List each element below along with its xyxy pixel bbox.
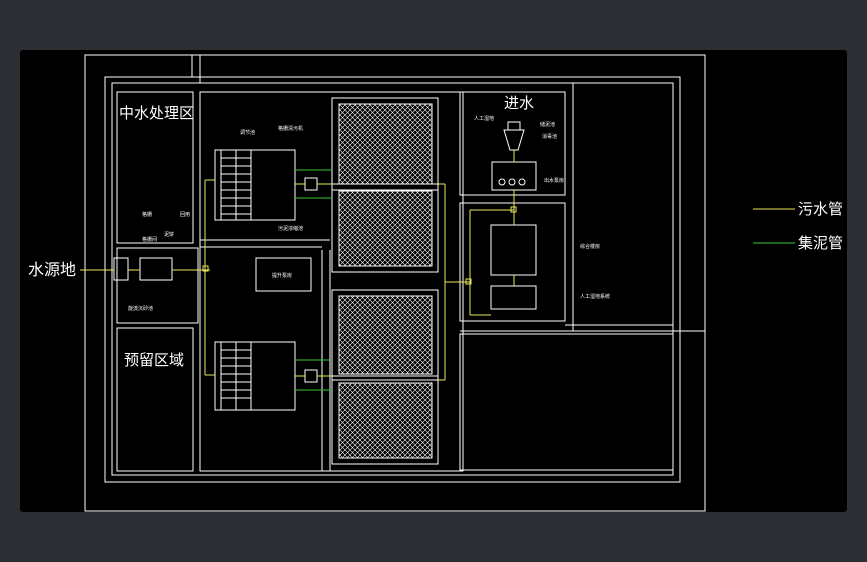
annotation-3: 格栅 [142,211,152,218]
annotation-13: 人工湿地系统 [580,293,610,300]
treatment-tank-lower [214,341,296,411]
tank-grid-lines-lower [221,342,251,410]
annotation-6: 旋流沉砂池 [128,305,153,312]
annotation-4: 格栅间 [142,236,157,243]
annotation-10: 消毒池 [542,133,557,140]
inflow-zone-label: 进水 [504,94,534,112]
reserved-zone [116,327,194,472]
sludge-pipe-network [295,169,332,391]
annotation-12: 综合楼房 [580,243,600,250]
aerator-2 [508,178,516,186]
legend-sewage-label: 污水管 [798,200,843,218]
legend-sludge-label: 集泥管 [798,234,843,252]
wetland-bed-4 [338,382,433,459]
grit-chamber [491,161,537,191]
reserved-zone-label: 预留区域 [124,351,184,369]
adjust-tank [139,257,173,281]
annotation-14: 泥饼 [164,231,174,238]
wetland-bed-1 [338,103,433,185]
site-plan-drawing: 中水处理区 预留区域 进水 调节池 格栅清污机 格栅 格栅间 提升泵房 旋流沉砂… [28,54,843,512]
wetland-bed-2 [338,190,433,267]
aerator-3 [518,178,526,186]
annotation-5: 提升泵房 [272,272,292,279]
cad-canvas: 中水处理区 预留区域 进水 调节池 格栅清污机 格栅 格栅间 提升泵房 旋流沉砂… [20,50,847,512]
annotation-11: 出水泵房 [544,177,564,184]
legend: 污水管 集泥管 [753,200,843,252]
intake-well [113,257,129,281]
treatment-tank-upper [214,149,296,221]
annotation-1: 调节池 [240,129,255,136]
sludge-thickener [490,224,537,276]
annotation-9: 储泥池 [540,121,555,128]
valve-box-lower [304,369,318,383]
reserved-right-zone [459,333,674,471]
screen-hopper [503,129,525,151]
water-source-label: 水源地 [28,260,76,279]
wetland-bed-3 [338,295,433,375]
annotation-15: 回用 [180,212,190,218]
screen-top [507,121,521,131]
annotation-8: 人工湿地 [474,115,494,122]
sludge-storage [490,285,537,310]
reclaimed-water-zone-label: 中水处理区 [119,104,194,122]
tank-grid-lines-upper [221,150,251,220]
annotation-2: 格栅清污机 [278,125,303,132]
annotation-7: 污泥浓缩池 [278,225,303,232]
aerator-1 [498,178,506,186]
sewage-pipe-network [80,150,517,381]
valve-box-upper [304,177,318,191]
sludge-zone [459,202,566,322]
